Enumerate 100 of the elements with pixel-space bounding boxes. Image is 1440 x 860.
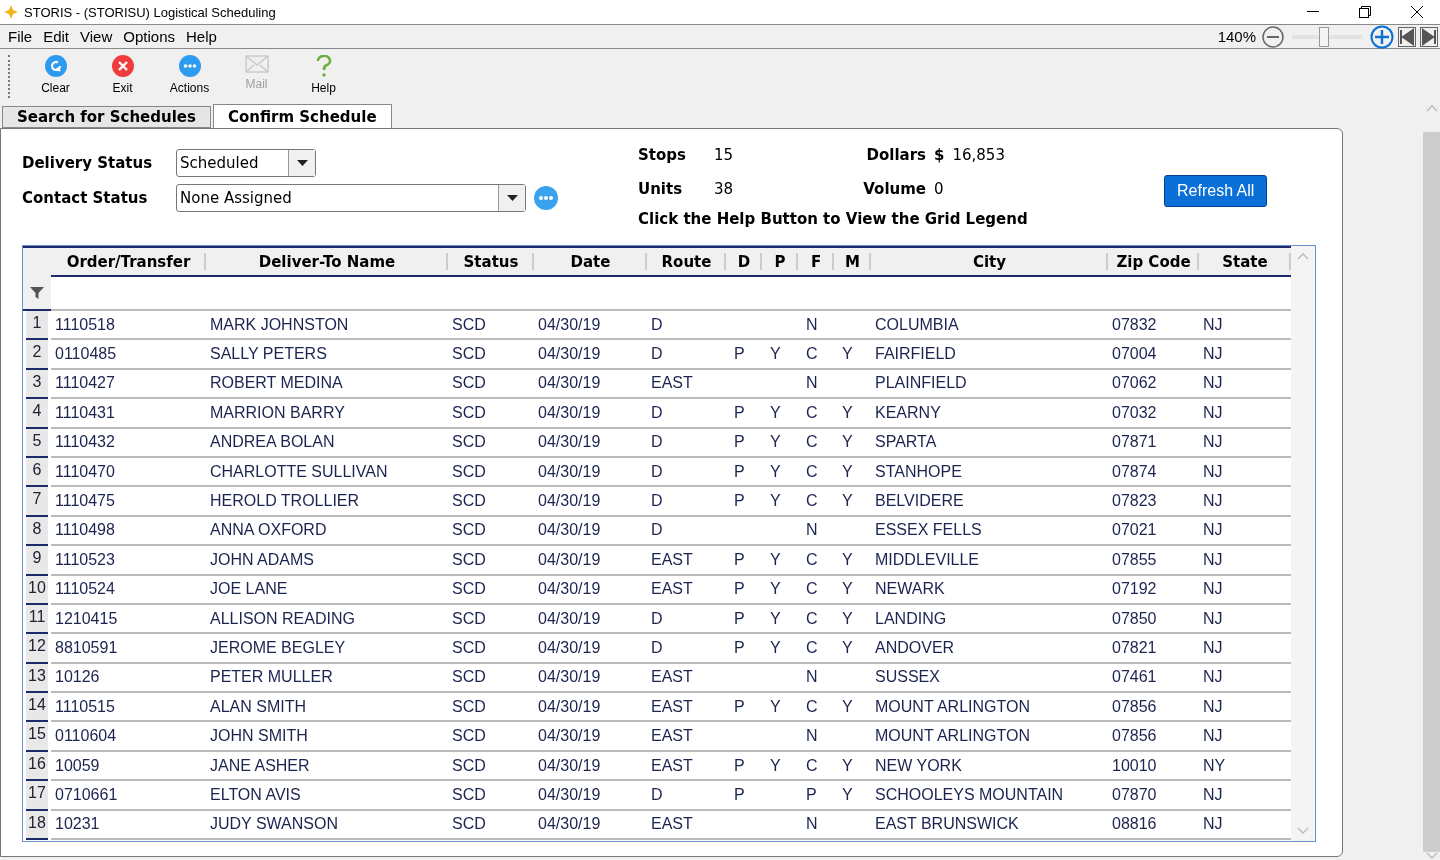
app-logo-icon	[4, 5, 18, 19]
table-cell: 04/30/19	[534, 781, 647, 811]
tab[interactable]: Search for Schedules	[2, 106, 211, 128]
row-number: 11	[26, 604, 48, 635]
table-cell: Y	[762, 487, 798, 517]
menu-item[interactable]: Options	[119, 28, 182, 45]
table-cell: Y	[834, 546, 871, 576]
table-cell: SCD	[448, 634, 534, 664]
table-cell: EAST	[647, 693, 726, 723]
table-cell: Y	[834, 604, 871, 635]
table-cell: N	[798, 516, 834, 547]
table-cell: D	[647, 604, 726, 635]
row-number: 18	[26, 810, 48, 841]
more-icon	[178, 55, 201, 77]
window-title: STORIS - (STORISU) Logistical Scheduling	[24, 4, 277, 20]
table-cell: 04/30/19	[534, 575, 647, 605]
table-cell: 07192	[1108, 575, 1199, 605]
zoom-in-icon[interactable]	[1368, 24, 1396, 49]
table-cell: Y	[762, 634, 798, 664]
table-cell: C	[798, 487, 834, 517]
more-icon[interactable]	[534, 186, 558, 210]
table-cell: P	[726, 457, 762, 488]
table-cell: Y	[834, 428, 871, 458]
column-header[interactable]: State	[1199, 246, 1291, 277]
status-dropdown[interactable]: None Assigned	[176, 184, 526, 212]
menu-item[interactable]: Edit	[39, 28, 77, 45]
menu-item[interactable]: Help	[182, 28, 224, 45]
column-header[interactable]: P	[762, 246, 798, 277]
table-cell: EAST	[647, 810, 726, 841]
table-cell: D	[647, 457, 726, 488]
menu-item[interactable]: File	[4, 28, 40, 45]
table-cell: Y	[834, 781, 871, 811]
column-header[interactable]: Order/Transfer	[51, 246, 206, 277]
minimize-icon	[1307, 11, 1319, 13]
toolbar-button[interactable]: Help	[290, 49, 357, 104]
table-cell: P	[726, 546, 762, 576]
table-cell: Y	[834, 399, 871, 429]
scroll-down-icon[interactable]	[1297, 827, 1309, 835]
column-header[interactable]: Date	[534, 246, 647, 277]
total-value: 15	[714, 146, 735, 164]
column-header[interactable]: F	[798, 246, 834, 277]
table-cell: SPARTA	[871, 428, 1108, 458]
table-cell: 04/30/19	[534, 546, 647, 576]
table-cell: 07856	[1108, 693, 1199, 723]
zoom-out-icon[interactable]	[1260, 25, 1286, 48]
table-cell: ESSEX FELLS	[871, 516, 1108, 547]
column-header[interactable]: D	[726, 246, 762, 277]
table-cell: ALLISON READING	[206, 604, 448, 635]
table-cell: Y	[762, 751, 798, 782]
table-cell: 1110524	[51, 575, 206, 605]
table-cell: D	[647, 487, 726, 517]
table-cell: 07821	[1108, 634, 1199, 664]
filter-icon[interactable]	[30, 286, 44, 300]
column-header[interactable]: Zip Code	[1108, 246, 1199, 277]
status-dropdown[interactable]: Scheduled	[176, 149, 316, 177]
toolbar-button[interactable]: Exit	[89, 49, 156, 104]
window-scrollbar[interactable]	[1423, 104, 1440, 860]
mail-icon	[244, 55, 269, 73]
scroll-down-icon[interactable]	[1425, 852, 1438, 860]
scroll-up-icon[interactable]	[1425, 104, 1438, 112]
slider-thumb[interactable]	[1318, 26, 1329, 47]
menu-item[interactable]: View	[76, 28, 120, 45]
column-header[interactable]: Route	[647, 246, 726, 277]
table-cell: P	[798, 781, 834, 811]
table-cell: P	[726, 781, 762, 811]
table-cell: P	[726, 487, 762, 517]
previous-icon[interactable]	[1396, 26, 1418, 47]
table-cell: D	[647, 781, 726, 811]
refresh-all-button[interactable]: Refresh All	[1164, 175, 1268, 207]
table-cell: 04/30/19	[534, 516, 647, 547]
tab[interactable]: Confirm Schedule	[212, 104, 392, 128]
table-cell: Y	[834, 575, 871, 605]
scroll-up-icon[interactable]	[1297, 252, 1309, 260]
column-header[interactable]: M	[834, 246, 871, 277]
column-header[interactable]: Deliver-To Name	[206, 246, 448, 277]
grid-scrollbar[interactable]	[1291, 246, 1315, 841]
total-label: Volume	[863, 180, 926, 198]
table-cell: SCD	[448, 487, 534, 517]
table-cell: HEROLD TROLLIER	[206, 487, 448, 517]
table-cell: EAST	[647, 575, 726, 605]
column-header[interactable]: City	[871, 246, 1108, 277]
toolbar-button[interactable]: Clear	[22, 49, 89, 104]
table-cell: 07461	[1108, 663, 1199, 694]
table-cell: 1110515	[51, 693, 206, 723]
table-cell: Y	[762, 604, 798, 635]
table-cell: 04/30/19	[534, 340, 647, 370]
table-cell: SCD	[448, 516, 534, 547]
table-cell: CHARLOTTE SULLIVAN	[206, 457, 448, 488]
table-cell: Y	[834, 487, 871, 517]
table-cell: LANDING	[871, 604, 1108, 635]
row-number: 12	[26, 634, 48, 664]
total-value: 38	[714, 180, 735, 198]
toolbar-button[interactable]: Actions	[156, 49, 223, 104]
table-cell: SCHOOLEYS MOUNTAIN	[871, 781, 1108, 811]
table-cell: 07870	[1108, 781, 1199, 811]
next-icon[interactable]	[1418, 26, 1440, 47]
column-header[interactable]: Status	[448, 246, 534, 277]
table-cell: BELVIDERE	[871, 487, 1108, 517]
table-cell: MOUNT ARLINGTON	[871, 693, 1108, 723]
table-cell: SCD	[448, 399, 534, 429]
